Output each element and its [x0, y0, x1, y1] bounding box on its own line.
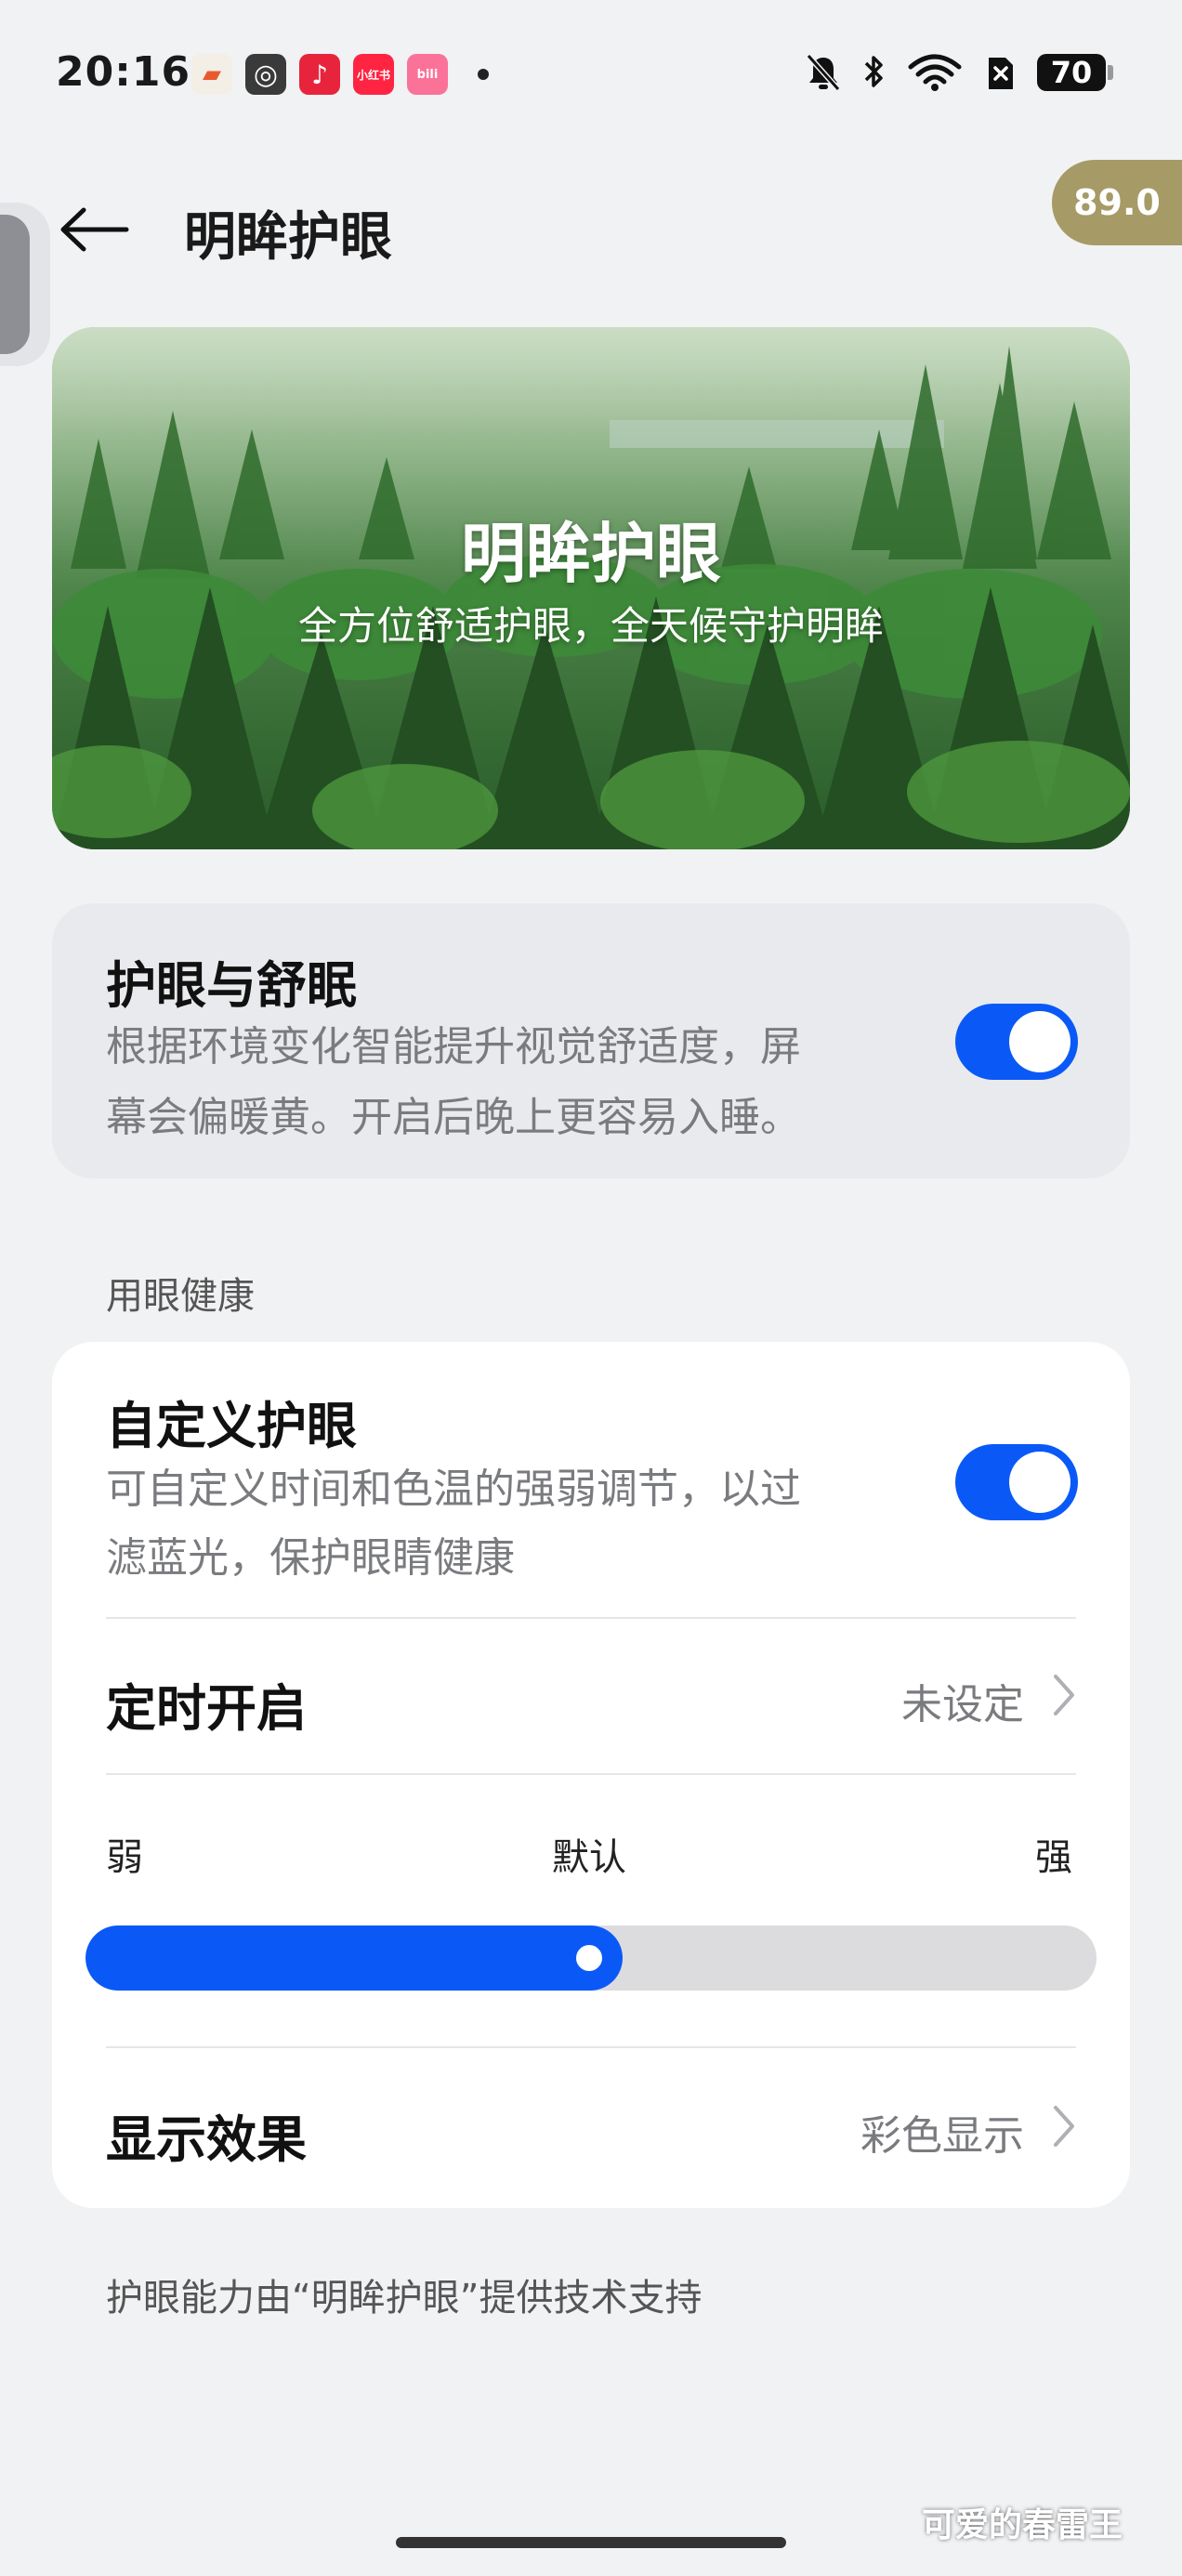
custom-eye-desc-line1: 可自定义时间和色温的强弱调节，以过: [106, 1465, 801, 1513]
schedule-value: 未设定: [901, 1681, 1024, 1728]
music-app-icon: ♪: [299, 54, 340, 95]
divider: [106, 1773, 1076, 1775]
bilibili-app-icon: bili: [407, 54, 448, 95]
custom-eye-desc-line2: 滤蓝光，保护眼睛健康: [106, 1534, 515, 1582]
eye-sleep-desc-line2: 幕会偏暖黄。开启后晚上更容易入睡。: [106, 1094, 801, 1141]
custom-eye-toggle[interactable]: [955, 1444, 1078, 1520]
page-title: 明眸护眼: [184, 207, 392, 268]
footer-tech-support-note: 护眼能力由“明眸护眼”提供技术支持: [106, 2277, 703, 2320]
system-status-icons: 70: [805, 52, 1113, 93]
display-effect-label: 显示效果: [106, 2110, 307, 2169]
no-sim-icon: [989, 58, 1013, 89]
banner-subtitle: 全方位舒适护眼，全天候守护明眸: [297, 603, 884, 649]
home-indicator[interactable]: [396, 2537, 786, 2548]
battery-indicator: 70: [1037, 54, 1113, 91]
display-effect-value: 彩色显示: [860, 2112, 1024, 2160]
more-notifications-dot: [478, 69, 489, 80]
eye-sleep-desc-line1: 根据环境变化智能提升视觉舒适度，屏: [106, 1023, 801, 1071]
floating-speed-badge[interactable]: 89.0: [1052, 160, 1182, 245]
status-time: 20:16: [56, 48, 191, 96]
intensity-slider-fill: [85, 1925, 623, 1991]
game-app-icon: ▰: [191, 54, 232, 95]
xiaohongshu-app-icon: 小红书: [353, 54, 394, 95]
spiral-app-icon: ◎: [245, 54, 286, 95]
intensity-default-label: 默认: [552, 1836, 626, 1879]
floating-assistant-bubble[interactable]: [0, 203, 50, 366]
bluetooth-icon: [864, 56, 883, 87]
intensity-strong-label: 强: [1035, 1836, 1072, 1879]
schedule-label: 定时开启: [106, 1679, 307, 1738]
eye-sleep-title: 护眼与舒眠: [106, 956, 357, 1015]
wifi-icon: [908, 54, 962, 91]
watermark-text: 可爱的春雷王: [922, 2506, 1123, 2544]
custom-eye-title: 自定义护眼: [106, 1397, 357, 1455]
notification-app-icons: ▰ ◎ ♪ 小红书 bili: [191, 54, 489, 95]
intensity-weak-label: 弱: [106, 1836, 143, 1879]
chevron-right-icon: [1054, 1675, 1074, 1715]
eye-sleep-toggle[interactable]: [955, 1004, 1078, 1080]
banner-title: 明眸护眼: [461, 516, 721, 592]
mute-bell-icon: [806, 54, 841, 91]
back-arrow-icon[interactable]: [56, 206, 130, 253]
chevron-right-icon: [1054, 2106, 1074, 2147]
section-label-eye-health: 用眼健康: [106, 1275, 255, 1318]
intensity-slider-thumb[interactable]: [571, 1939, 608, 1977]
